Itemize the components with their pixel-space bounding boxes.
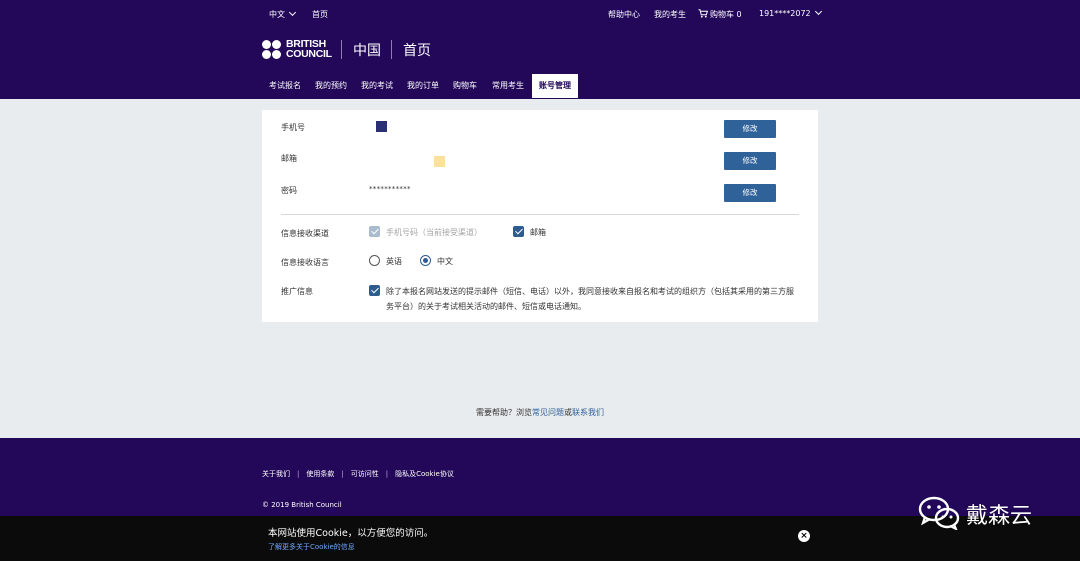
page-title: 首页 [403,43,431,59]
footer-link-terms[interactable]: 使用条款 [306,470,334,478]
phone-redaction [376,121,387,132]
wechat-icon [918,496,960,530]
tab-account-management[interactable]: 账号管理 [532,74,578,98]
my-candidates-link[interactable]: 我的考生 [654,9,686,20]
channel-phone-checkbox[interactable] [369,226,380,237]
promo-consent-text: 除了本报名网站发送的提示邮件（短信、电话）以外，我同意接收来自报名和考试的组织方… [386,287,794,311]
english-radio[interactable] [369,255,380,266]
site-header: 中文 首页 帮助中心 我的考生 购物车 0 191****2072 BRITIS… [0,0,1080,99]
english-option-label: 英语 [386,257,402,266]
nav-item-exam-registration[interactable]: 考试报名 [262,74,308,98]
email-label: 邮箱 [281,154,297,163]
account-panel: 手机号 修改 邮箱 修改 密码 *********** 修改 信息接收渠道 手机… [262,110,818,322]
brand-divider [341,40,342,59]
edit-phone-button[interactable]: 修改 [724,120,776,138]
brand-wordmark: BRITISH COUNCIL [286,38,332,60]
chinese-radio[interactable] [420,255,431,266]
nav-item-my-exams[interactable]: 我的考试 [354,74,400,98]
phone-label: 手机号 [281,123,305,132]
chevron-down-icon [288,8,297,17]
nav-item-cart[interactable]: 购物车 [446,74,484,98]
channel-email-checkbox[interactable] [513,226,524,237]
edit-email-button[interactable]: 修改 [724,152,776,170]
language-label: 信息接收语言 [281,258,329,267]
footer-link-privacy[interactable]: 隐私及Cookie协议 [395,470,454,478]
cart-link[interactable]: 购物车 0 [698,9,742,20]
watermark: 戴森云 [918,496,1048,532]
promo-label: 推广信息 [281,287,313,296]
footer-link-about[interactable]: 关于我们 [262,470,290,478]
chinese-option-label: 中文 [437,257,453,266]
nav-item-frequent-candidates[interactable]: 常用考生 [484,74,532,98]
region-title: 中国 [353,43,381,59]
footer-links: 关于我们 | 使用条款 | 可访问性 | 隐私及Cookie协议 [262,470,454,478]
section-divider [281,214,799,215]
nav-item-my-orders[interactable]: 我的订单 [400,74,446,98]
password-label: 密码 [281,186,297,195]
password-value: *********** [369,185,411,193]
footer-link-accessibility[interactable]: 可访问性 [351,470,379,478]
promo-consent-checkbox[interactable] [369,285,380,296]
channel-email-label: 邮箱 [530,228,546,237]
top-bar: 中文 首页 帮助中心 我的考生 购物车 0 191****2072 [0,0,1080,27]
british-council-logo-icon[interactable] [262,40,282,60]
copyright: © 2019 British Council [262,501,342,509]
channel-label: 信息接收渠道 [281,229,329,238]
language-selector[interactable]: 中文 [269,8,297,20]
account-menu[interactable]: 191****2072 [759,7,822,18]
help-center-link[interactable]: 帮助中心 [608,9,640,20]
cart-icon [698,9,709,18]
email-redaction [434,156,445,167]
edit-password-button[interactable]: 修改 [724,184,776,202]
help-line: 需要帮助？浏览常见问题或联系我们 [476,408,604,417]
home-link[interactable]: 首页 [312,9,328,20]
close-icon[interactable]: × [798,530,810,542]
watermark-text: 戴森云 [966,504,1033,529]
brand-divider [391,40,392,59]
channel-phone-label: 手机号码（当前接受渠道） [386,228,482,237]
cookie-info-link[interactable]: 了解更多关于Cookie的信息 [268,542,355,552]
chevron-down-icon [814,7,822,16]
cookie-message: 本网站使用Cookie，以方便您的访问。 [268,528,434,539]
nav-item-my-bookings[interactable]: 我的预约 [308,74,354,98]
faq-link[interactable]: 常见问题 [532,408,564,417]
contact-us-link[interactable]: 联系我们 [572,408,604,417]
